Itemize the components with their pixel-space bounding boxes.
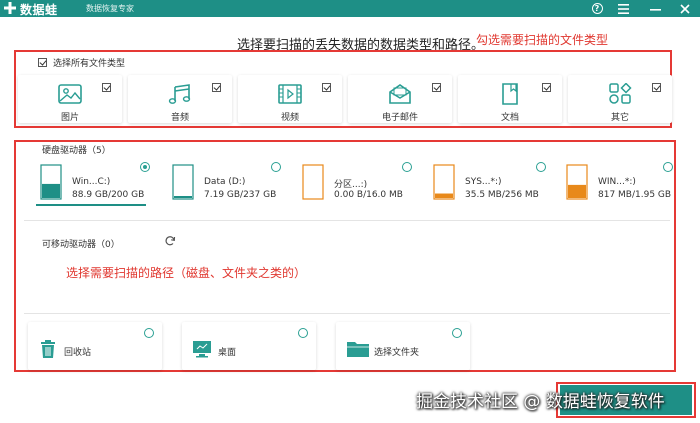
drive-icon (433, 164, 455, 200)
drive-name: SYS...*:) (465, 177, 502, 187)
close-icon (680, 3, 690, 14)
drive-name: Data (D:) (204, 177, 246, 187)
drive-radio[interactable] (271, 162, 281, 172)
drive-usage-fill (42, 183, 60, 198)
drive-icon (302, 164, 324, 200)
app-subtitle: 数据恢复专家 (86, 4, 134, 13)
path-annotation: 选择需要扫描的路径（磁盘、文件夹之类的） (66, 266, 307, 280)
music-note-icon (168, 84, 191, 104)
file-type-label: 其它 (610, 113, 629, 123)
title-bar: 数据蛙 数据恢复专家 ? (0, 0, 700, 17)
file-type-card-video[interactable]: 视频 (238, 75, 342, 123)
location-label: 桌面 (218, 348, 237, 358)
drive-icon (40, 164, 62, 200)
video-film-icon (278, 84, 302, 104)
drive-usage-fill (568, 184, 586, 198)
file-type-label: 文档 (500, 113, 519, 123)
file-type-label: 图片 (60, 113, 79, 123)
close-button[interactable] (674, 0, 696, 17)
menu-button[interactable] (612, 0, 634, 17)
location-card-choose-folder[interactable]: 选择文件夹 (336, 322, 470, 370)
hard-drives-title: 硬盘驱动器（5） (42, 146, 111, 156)
section-divider (24, 313, 670, 314)
drive-icon (566, 164, 588, 200)
section-divider (24, 220, 670, 221)
document-icon (502, 83, 518, 105)
minimize-icon (649, 8, 661, 11)
location-card-recycle-bin[interactable]: 回收站 (28, 322, 162, 370)
drive-radio[interactable] (663, 162, 673, 172)
file-type-annotation: 勾选需要扫描的文件类型 (476, 33, 609, 47)
file-type-card-document[interactable]: 文档 (458, 75, 562, 123)
drive-radio[interactable] (536, 162, 546, 172)
hamburger-menu-icon (617, 3, 629, 14)
file-type-checkbox[interactable] (432, 83, 441, 92)
drive-name: WIN...*:) (598, 177, 636, 187)
file-type-label: 视频 (280, 113, 299, 123)
drive-radio[interactable] (402, 162, 412, 172)
email-envelope-icon (389, 84, 411, 104)
app-name: 数据蛙 (20, 3, 58, 17)
drive-outline (172, 164, 194, 200)
drive-size: 817 MB/1.95 GB (598, 190, 672, 200)
location-label: 回收站 (64, 348, 92, 358)
grid-apps-icon (609, 83, 632, 104)
drive-size: 7.19 GB/237 GB (204, 190, 277, 200)
file-type-card-image[interactable]: 图片 (18, 75, 122, 123)
drive-usage-fill (435, 193, 453, 198)
drive-radio[interactable] (140, 162, 150, 172)
file-type-checkbox[interactable] (322, 83, 331, 92)
drive-usage-fill (174, 196, 192, 198)
help-circle-icon: ? (591, 3, 603, 14)
select-all-checkbox[interactable] (38, 58, 47, 67)
location-card-desktop[interactable]: 桌面 (182, 322, 316, 370)
file-type-checkbox[interactable] (102, 83, 111, 92)
file-type-label: 电子邮件 (381, 113, 418, 123)
file-type-card-email[interactable]: 电子邮件 (348, 75, 452, 123)
removable-drives-title: 可移动驱动器（0） (42, 240, 120, 250)
select-all-file-types[interactable]: 选择所有文件类型 (38, 56, 125, 69)
drive-size: 0.00 B/16.0 MB (334, 190, 403, 200)
file-type-card-other[interactable]: 其它 (568, 75, 672, 123)
file-type-checkbox[interactable] (212, 83, 221, 92)
watermark-prefix: 掘金技术社区 @ (416, 392, 546, 412)
drive-size: 35.5 MB/256 MB (465, 190, 539, 200)
app-logo-icon (4, 2, 16, 14)
help-button[interactable]: ? (586, 0, 608, 17)
drive-size: 88.9 GB/200 GB (72, 190, 145, 200)
selected-drive-underline (36, 204, 146, 206)
drive-outline (302, 164, 324, 200)
file-type-label: 音频 (170, 113, 189, 123)
select-all-label: 选择所有文件类型 (53, 59, 126, 69)
drive-name: Win...C:) (72, 177, 111, 187)
file-type-checkbox[interactable] (652, 83, 661, 92)
watermark-brand: 数据蛙恢复软件 (545, 392, 665, 412)
file-type-card-audio[interactable]: 音频 (128, 75, 232, 123)
drive-name: 分区...:) (334, 180, 368, 190)
location-radio[interactable] (452, 328, 462, 338)
watermark: 掘金技术社区 @ 数据蛙恢复软件 (416, 387, 665, 412)
image-icon (58, 84, 82, 104)
folder-icon (347, 342, 369, 357)
drive-icon (172, 164, 194, 200)
desktop-monitor-icon (193, 341, 211, 358)
file-type-checkbox[interactable] (542, 83, 551, 92)
location-radio[interactable] (298, 328, 308, 338)
refresh-icon[interactable] (164, 235, 176, 247)
minimize-button[interactable] (644, 0, 666, 17)
recycle-bin-icon (41, 340, 55, 358)
location-label: 选择文件夹 (374, 348, 420, 358)
location-radio[interactable] (144, 328, 154, 338)
